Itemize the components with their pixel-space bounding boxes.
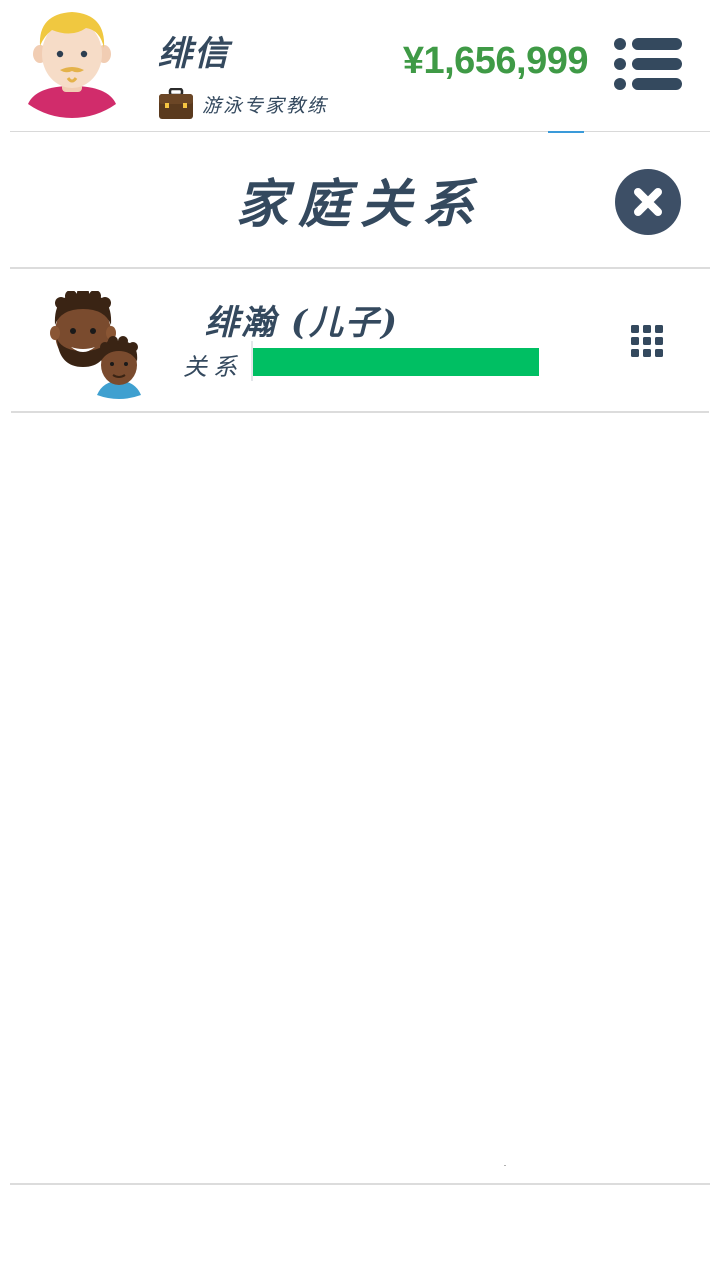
- relation-bar-fill: [253, 348, 539, 376]
- money-balance: ¥1,656,999: [402, 40, 589, 82]
- job-row: 游泳专家教练: [158, 88, 328, 120]
- family-relations-screen: 绯信 游泳专家教练 ¥1,656,999 家庭关系 绯瀚 (儿子) 关系: [0, 0, 720, 1280]
- relation-bar: [251, 339, 543, 383]
- close-icon[interactable]: [614, 168, 682, 236]
- header-divider: [10, 131, 710, 132]
- player-name: 绯信: [158, 34, 230, 74]
- father-son-avatar-icon: [50, 291, 141, 399]
- relation-name: 绯瀚 (儿子): [205, 303, 400, 343]
- player-header: 绯信 游泳专家教练 ¥1,656,999: [0, 0, 720, 133]
- bottom-dot: [504, 1165, 506, 1166]
- player-avatar-icon[interactable]: [26, 8, 118, 118]
- job-title: 游泳专家教练: [202, 94, 329, 117]
- list-menu-icon[interactable]: [612, 36, 684, 92]
- row-divider: [11, 411, 709, 413]
- dialog-title: 家庭关系: [235, 174, 484, 235]
- header-accent-line: [548, 131, 584, 133]
- relation-label: 关系: [183, 353, 243, 381]
- briefcase-icon: [159, 88, 193, 119]
- bottom-divider: [10, 1183, 710, 1185]
- relation-row[interactable]: 绯瀚 (儿子) 关系: [11, 269, 709, 411]
- grid-menu-icon[interactable]: [627, 321, 667, 361]
